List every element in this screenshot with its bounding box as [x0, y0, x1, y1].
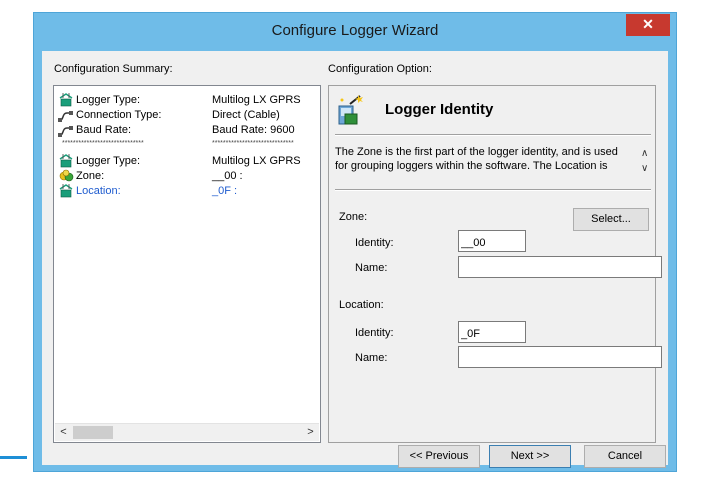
description-text: The Zone is the first part of the logger… — [335, 146, 618, 172]
list-item: Zone: __00 : — [58, 169, 320, 184]
description-scrollbar[interactable]: ∧ ∨ — [639, 143, 653, 179]
list-item: Logger Type: Multilog LX GPRS — [58, 154, 320, 169]
previous-button[interactable]: << Previous — [398, 445, 480, 468]
divider — [335, 189, 651, 191]
scroll-right-icon[interactable]: > — [302, 424, 319, 441]
summary-label: Connection Type: — [76, 109, 162, 121]
summary-label: Zone: — [76, 170, 105, 182]
wizard-wand-icon — [338, 95, 363, 125]
summary-label: Logger Type: — [76, 155, 141, 167]
configuration-option-panel: Logger Identity The Zone is the first pa… — [328, 85, 662, 443]
zone-name-input[interactable] — [458, 256, 662, 278]
zone-label: Zone: — [339, 211, 368, 223]
separator-stars: ****************************** — [212, 140, 294, 147]
list-item: Baud Rate: Baud Rate: 9600 — [58, 123, 320, 138]
divider — [335, 134, 651, 136]
zone-identity-input[interactable] — [458, 230, 526, 252]
scrollbar-thumb[interactable] — [73, 426, 113, 439]
location-name-label: Name: — [355, 352, 388, 364]
summary-value: Multilog LX GPRS — [212, 155, 301, 167]
scroll-left-icon[interactable]: < — [55, 424, 72, 441]
summary-value: Multilog LX GPRS — [212, 94, 301, 106]
configuration-summary-list[interactable]: Logger Type: Multilog LX GPRS Connection… — [53, 85, 321, 443]
list-item: ****************************** *********… — [58, 138, 320, 153]
summary-label: Baud Rate: — [76, 124, 132, 136]
title-bar[interactable]: Configure Logger Wizard ✕ — [34, 13, 676, 51]
horizontal-scrollbar[interactable]: < > — [55, 423, 319, 441]
logger-icon — [59, 184, 73, 198]
scroll-up-icon[interactable]: ∧ — [641, 148, 648, 159]
wizard-client-area: Configuration Summary: Configuration Opt… — [42, 51, 668, 468]
location-name-input[interactable] — [458, 346, 662, 368]
location-identity-input[interactable] — [458, 321, 526, 343]
summary-value-selected: _0F : — [212, 185, 238, 197]
close-button[interactable]: ✕ — [626, 14, 670, 36]
select-button[interactable]: Select... — [573, 208, 649, 231]
summary-label-selected: Location: — [76, 185, 121, 197]
taskbar-accent — [0, 456, 27, 459]
summary-value: Baud Rate: 9600 — [212, 124, 295, 136]
summary-heading: Configuration Summary: — [54, 63, 173, 75]
summary-value: Direct (Cable) — [212, 109, 280, 121]
summary-value: __00 : — [212, 170, 243, 182]
cable-icon — [58, 111, 73, 122]
logger-icon — [59, 93, 73, 107]
zone-icon — [59, 169, 74, 182]
summary-label: Logger Type: — [76, 94, 141, 106]
wizard-window: Configure Logger Wizard ✕ Configuration … — [33, 12, 677, 472]
logger-icon — [59, 154, 73, 168]
option-heading: Configuration Option: — [328, 63, 432, 75]
window-title: Configure Logger Wizard — [271, 22, 439, 39]
zone-identity-label: Identity: — [355, 237, 394, 249]
zone-name-label: Name: — [355, 262, 388, 274]
panel-title: Logger Identity — [385, 101, 494, 118]
scroll-down-icon[interactable]: ∨ — [641, 163, 648, 174]
next-button[interactable]: Next >> — [489, 445, 571, 468]
list-item: Connection Type: Direct (Cable) — [58, 108, 320, 123]
cable-icon — [58, 126, 73, 137]
cancel-button[interactable]: Cancel — [584, 445, 666, 468]
location-identity-label: Identity: — [355, 327, 394, 339]
description-box: The Zone is the first part of the logger… — [335, 143, 653, 179]
list-item: Location: _0F : — [58, 184, 320, 199]
list-item: Logger Type: Multilog LX GPRS — [58, 93, 320, 108]
location-label: Location: — [339, 299, 384, 311]
separator-stars: ****************************** — [62, 140, 144, 147]
